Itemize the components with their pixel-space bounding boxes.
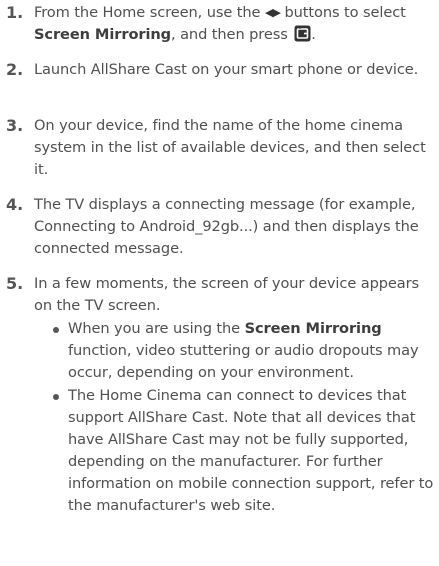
note-text-part: When you are using the (68, 320, 245, 337)
step-number: 5. (6, 274, 24, 293)
menu-name-screen-mirroring: Screen Mirroring (244, 320, 382, 337)
step-text-part: , and then press (171, 26, 293, 43)
step-text: On your device, find the name of the hom… (34, 117, 426, 178)
step-text-part: . (311, 26, 316, 43)
note-item: The Home Cinema can connect to devices t… (50, 385, 436, 517)
menu-name-screen-mirroring: Screen Mirroring (34, 26, 172, 43)
step-text: From the Home screen, use the ◀▶ buttons… (34, 2, 436, 46)
instructions-document: 1. From the Home screen, use the ◀▶ butt… (0, 0, 439, 566)
step-5-notes: When you are using the Screen Mirroring … (50, 318, 436, 518)
enter-button-icon (294, 25, 311, 42)
step-number: 4. (6, 195, 24, 214)
note-item: When you are using the Screen Mirroring … (50, 318, 436, 384)
left-right-arrow-icon: ◀▶ (264, 6, 281, 19)
step-text-part: buttons to select (279, 4, 406, 21)
step-number: 1. (6, 3, 24, 22)
step-text: The TV displays a connecting message (fo… (34, 196, 419, 257)
step-text: In a few moments, the screen of your dev… (34, 275, 420, 314)
step-text-part: From the Home screen, use the (34, 4, 265, 21)
step-text: Launch AllShare Cast on your smart phone… (34, 61, 419, 78)
note-text: The Home Cinema can connect to devices t… (68, 387, 434, 514)
step-number: 3. (6, 116, 24, 135)
step-number: 2. (6, 60, 24, 79)
note-text-part: function, video stuttering or audio drop… (68, 342, 419, 381)
